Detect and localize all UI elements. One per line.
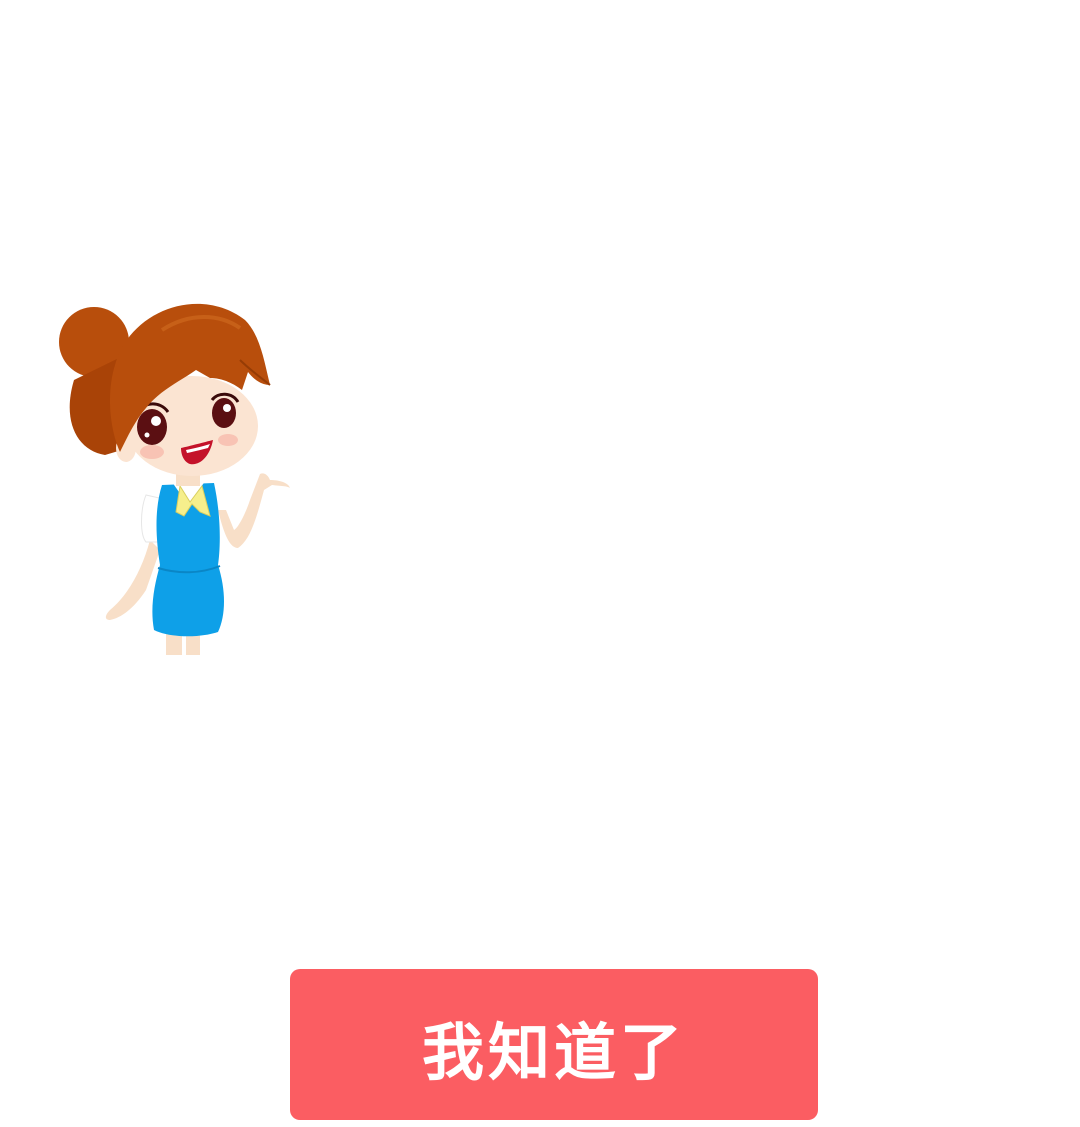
- i-know-button[interactable]: 我知道了: [290, 969, 818, 1120]
- guide-girl-illustration: [50, 290, 300, 660]
